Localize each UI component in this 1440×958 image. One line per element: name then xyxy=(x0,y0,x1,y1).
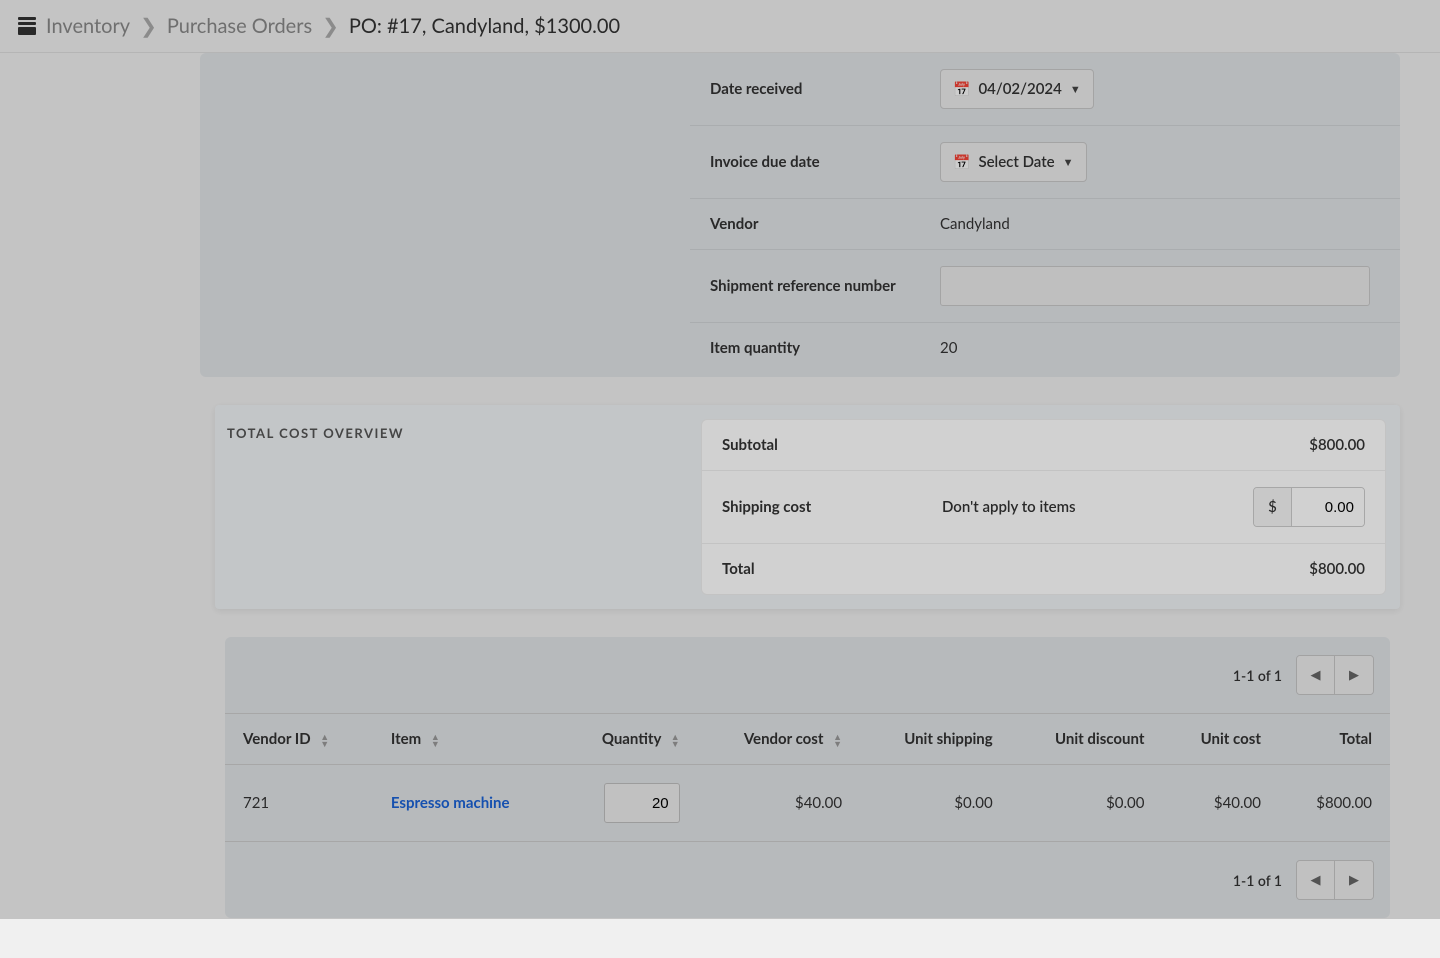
inventory-icon xyxy=(18,17,36,35)
total-value: $800.00 xyxy=(1309,560,1365,578)
item-qty-value: 20 xyxy=(940,339,1380,357)
cell-vendor-cost: $40.00 xyxy=(698,765,860,842)
pager-buttons-bottom: ◀ ▶ xyxy=(1296,860,1374,900)
cell-unit-shipping: $0.00 xyxy=(860,765,1011,842)
col-unit-discount: Unit discount xyxy=(1011,714,1163,765)
label-date-received: Date received xyxy=(710,80,940,98)
row-shipment-ref: Shipment reference number xyxy=(690,250,1400,323)
po-details-card: Date received 📅 04/02/2024 ▼ Invoice due… xyxy=(200,53,1400,377)
pager-next-button[interactable]: ▶ xyxy=(1335,861,1373,899)
row-invoice-due: Invoice due date 📅 Select Date ▼ xyxy=(690,126,1400,199)
breadcrumb-current: PO: #17, Candyland, $1300.00 xyxy=(349,14,620,38)
calendar-icon: 📅 xyxy=(953,80,970,98)
caret-down-icon: ▼ xyxy=(1070,83,1081,96)
col-unit-cost: Unit cost xyxy=(1162,714,1279,765)
label-shipment-ref: Shipment reference number xyxy=(710,277,940,295)
breadcrumb: Inventory ❯ Purchase Orders ❯ PO: #17, C… xyxy=(46,14,620,38)
chevron-right-icon: ❯ xyxy=(322,14,339,38)
items-table-card: 1-1 of 1 ◀ ▶ Vendor ID ▲▼ Item ▲▼ xyxy=(225,637,1390,918)
label-shipping: Shipping cost xyxy=(722,498,942,516)
sort-icon: ▲▼ xyxy=(833,733,842,747)
sort-icon: ▲▼ xyxy=(671,733,680,747)
sort-icon: ▲▼ xyxy=(431,733,440,747)
label-vendor: Vendor xyxy=(710,215,940,233)
table-row: 721 Espresso machine $40.00 $0.00 $0.00 … xyxy=(225,765,1390,842)
pager-next-button[interactable]: ▶ xyxy=(1335,656,1373,694)
cell-total: $800.00 xyxy=(1279,765,1390,842)
col-total: Total xyxy=(1279,714,1390,765)
shipping-cost-input[interactable] xyxy=(1292,488,1364,526)
page-header: Inventory ❯ Purchase Orders ❯ PO: #17, C… xyxy=(0,0,1440,53)
invoice-due-picker[interactable]: 📅 Select Date ▼ xyxy=(940,142,1087,182)
row-shipping: Shipping cost Don't apply to items $ xyxy=(702,471,1385,544)
shipping-mode[interactable]: Don't apply to items xyxy=(942,498,1253,516)
col-quantity[interactable]: Quantity ▲▼ xyxy=(560,714,698,765)
breadcrumb-inventory[interactable]: Inventory xyxy=(46,14,130,38)
pager-text-top: 1-1 of 1 xyxy=(1233,667,1282,684)
col-vendor-id[interactable]: Vendor ID ▲▼ xyxy=(225,714,373,765)
cell-vendor-id: 721 xyxy=(225,765,373,842)
pager-prev-button[interactable]: ◀ xyxy=(1297,656,1335,694)
overview-card: Subtotal $800.00 Shipping cost Don't app… xyxy=(701,419,1386,595)
label-total: Total xyxy=(722,560,942,578)
chevron-right-icon: ❯ xyxy=(140,14,157,38)
currency-prefix: $ xyxy=(1254,488,1292,526)
pager-text-bottom: 1-1 of 1 xyxy=(1233,872,1282,889)
caret-down-icon: ▼ xyxy=(1063,156,1074,169)
row-subtotal: Subtotal $800.00 xyxy=(702,420,1385,471)
label-item-qty: Item quantity xyxy=(710,339,940,357)
label-invoice-due: Invoice due date xyxy=(710,153,940,171)
overview-title: TOTAL COST OVERVIEW xyxy=(227,425,404,441)
vendor-value: Candyland xyxy=(940,215,1380,233)
shipping-cost-input-wrap: $ xyxy=(1253,487,1365,527)
col-vendor-cost[interactable]: Vendor cost ▲▼ xyxy=(698,714,860,765)
row-item-qty: Item quantity 20 xyxy=(690,323,1400,373)
pager-bottom: 1-1 of 1 ◀ ▶ xyxy=(225,842,1390,918)
col-unit-shipping: Unit shipping xyxy=(860,714,1011,765)
breadcrumb-purchase-orders[interactable]: Purchase Orders xyxy=(167,14,312,38)
date-received-value: 04/02/2024 xyxy=(978,80,1061,98)
total-cost-overview-panel: TOTAL COST OVERVIEW Subtotal $800.00 Shi… xyxy=(215,405,1400,609)
quantity-input[interactable] xyxy=(604,783,680,823)
row-date-received: Date received 📅 04/02/2024 ▼ xyxy=(690,53,1400,126)
pager-prev-button[interactable]: ◀ xyxy=(1297,861,1335,899)
row-vendor: Vendor Candyland xyxy=(690,199,1400,250)
calendar-icon: 📅 xyxy=(953,153,970,171)
item-link[interactable]: Espresso machine xyxy=(391,794,510,812)
label-subtotal: Subtotal xyxy=(722,436,942,454)
date-received-picker[interactable]: 📅 04/02/2024 ▼ xyxy=(940,69,1094,109)
cell-unit-discount: $0.00 xyxy=(1011,765,1163,842)
pager-buttons-top: ◀ ▶ xyxy=(1296,655,1374,695)
col-item[interactable]: Item ▲▼ xyxy=(373,714,560,765)
subtotal-value: $800.00 xyxy=(1309,436,1365,454)
sort-icon: ▲▼ xyxy=(320,733,329,747)
invoice-due-value: Select Date xyxy=(978,153,1054,171)
cell-unit-cost: $40.00 xyxy=(1162,765,1279,842)
row-total: Total $800.00 xyxy=(702,544,1385,594)
items-table: Vendor ID ▲▼ Item ▲▼ Quantity ▲▼ Vendor … xyxy=(225,713,1390,842)
pager-top: 1-1 of 1 ◀ ▶ xyxy=(225,637,1390,713)
shipment-ref-input[interactable] xyxy=(940,266,1370,306)
